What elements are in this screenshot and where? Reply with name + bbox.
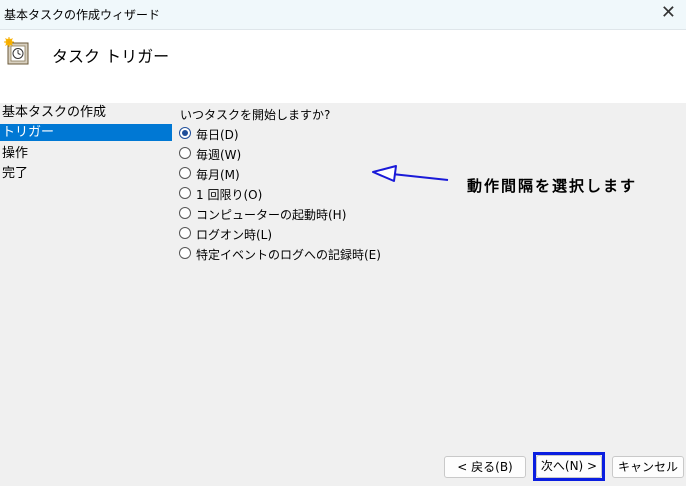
radio-label: コンピューターの起動時(H) — [196, 208, 347, 222]
nav-step-finish[interactable]: 完了 — [0, 165, 172, 182]
radio-button[interactable] — [179, 187, 191, 199]
trigger-question: いつタスクを開始しますか? — [180, 108, 331, 122]
back-button[interactable]: < 戻る(B) — [444, 456, 526, 478]
annotation-text: 動作間隔を選択します — [467, 177, 638, 195]
title-bar: 基本タスクの作成ウィザード ✕ — [0, 0, 686, 30]
radio-button[interactable] — [179, 227, 191, 239]
wizard-header: タスク トリガー — [0, 30, 686, 103]
radio-button-checked[interactable] — [179, 127, 191, 139]
radio-label: 毎週(W) — [196, 148, 242, 162]
radio-label: 1 回限り(O) — [196, 188, 263, 202]
window-title: 基本タスクの作成ウィザード — [4, 8, 161, 22]
nav-step-trigger[interactable]: トリガー — [0, 124, 172, 141]
cancel-button[interactable]: キャンセル — [612, 456, 684, 478]
nav-step-action[interactable]: 操作 — [0, 145, 172, 162]
radio-button[interactable] — [179, 247, 191, 259]
radio-label: ログオン時(L) — [196, 228, 273, 242]
nav-step-create-basic-task[interactable]: 基本タスクの作成 — [0, 104, 172, 121]
radio-label: 特定イベントのログへの記録時(E) — [196, 248, 381, 262]
task-clock-icon — [4, 37, 29, 65]
radio-button[interactable] — [179, 167, 191, 179]
radio-button[interactable] — [179, 207, 191, 219]
annotation-arrow-icon — [372, 165, 449, 182]
close-icon[interactable]: ✕ — [661, 3, 676, 23]
radio-button[interactable] — [179, 147, 191, 159]
radio-label: 毎月(M) — [196, 168, 240, 182]
page-title: タスク トリガー — [52, 47, 170, 66]
next-button[interactable]: 次へ(N) > — [536, 455, 602, 478]
radio-label: 毎日(D) — [196, 128, 239, 142]
